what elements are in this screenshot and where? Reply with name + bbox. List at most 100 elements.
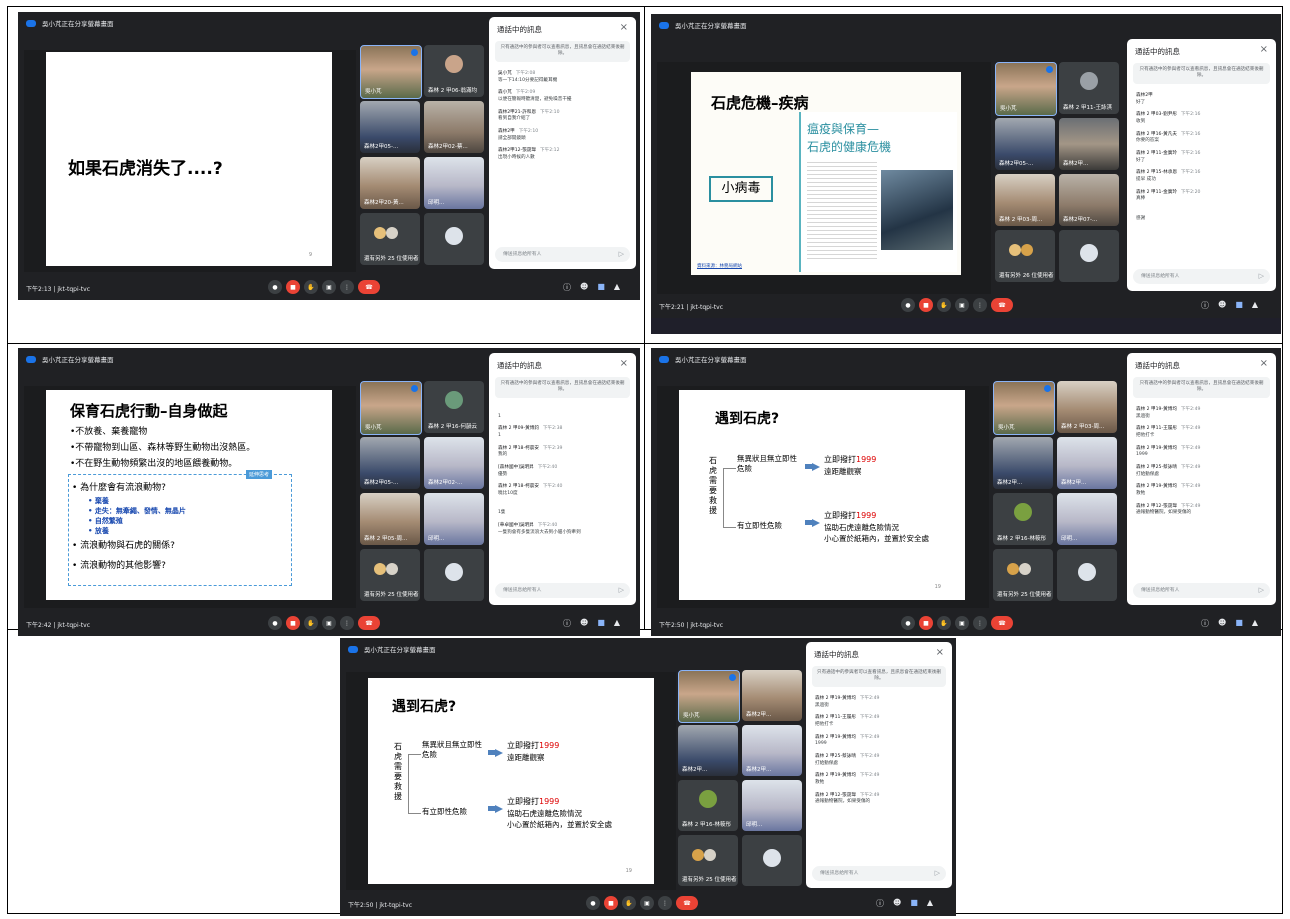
participant-tile[interactable]: 森林2甲...	[678, 725, 738, 776]
raise-hand-button[interactable]: ✋	[622, 896, 636, 910]
present-button[interactable]: ▣	[322, 616, 336, 630]
participant-tile[interactable]: 森林2甲...	[1057, 437, 1117, 489]
people-icon[interactable]: ☻	[580, 282, 588, 293]
send-icon[interactable]: ▷	[1259, 269, 1264, 284]
end-call-button[interactable]: ☎	[991, 616, 1013, 630]
mic-button[interactable]: ●	[901, 298, 915, 312]
close-icon[interactable]: ×	[936, 647, 944, 658]
more-participants-tile[interactable]: 還有另外 25 位使用者	[360, 549, 420, 601]
camera-button[interactable]: ■	[919, 298, 933, 312]
more-options-button[interactable]: ⋮	[340, 616, 354, 630]
participant-tile[interactable]: 森林2甲02-蔡...	[424, 101, 484, 153]
info-icon[interactable]: ⓘ	[563, 618, 571, 629]
participant-tile[interactable]: 森林2甲05-...	[360, 437, 420, 489]
participant-tile[interactable]: 森林 2 甲11-王詠淇	[1059, 62, 1119, 114]
participant-tile[interactable]: 森林2甲...	[1059, 118, 1119, 170]
more-options-button[interactable]: ⋮	[973, 298, 987, 312]
participant-tile[interactable]: 吳小芃	[360, 381, 422, 435]
camera-button[interactable]: ■	[286, 280, 300, 294]
chat-input[interactable]: 傳送訊息給所有人 ▷	[812, 866, 946, 881]
info-icon[interactable]: ⓘ	[1201, 300, 1209, 311]
participant-tile[interactable]: 森林 2 甲16-林筱彤	[993, 493, 1053, 545]
people-icon[interactable]: ☻	[893, 898, 901, 909]
end-call-button[interactable]: ☎	[358, 616, 380, 630]
more-participants-tile[interactable]: 還有另外 26 位使用者	[995, 230, 1055, 282]
present-button[interactable]: ▣	[640, 896, 654, 910]
participant-tile[interactable]: 森林 2 甲16-何韻云	[424, 381, 484, 433]
participant-tile[interactable]: 吳小芃	[678, 670, 740, 723]
people-icon[interactable]: ☻	[1218, 300, 1226, 311]
camera-button[interactable]: ■	[919, 616, 933, 630]
chat-input[interactable]: 傳送訊息給所有人 ▷	[495, 583, 630, 598]
people-icon[interactable]: ☻	[1218, 618, 1226, 629]
participant-tile[interactable]	[1057, 549, 1117, 601]
more-options-button[interactable]: ⋮	[973, 616, 987, 630]
chat-icon[interactable]: ■	[1235, 618, 1243, 629]
end-call-button[interactable]: ☎	[991, 298, 1013, 312]
participant-tile[interactable]: 邱明...	[1057, 493, 1117, 545]
camera-button[interactable]: ■	[604, 896, 618, 910]
participant-tile[interactable]: 森林 2 甲05-周...	[360, 493, 420, 545]
present-button[interactable]: ▣	[955, 298, 969, 312]
participant-tile[interactable]	[424, 549, 484, 601]
activities-icon[interactable]: ▲	[614, 282, 620, 293]
raise-hand-button[interactable]: ✋	[937, 616, 951, 630]
close-icon[interactable]: ×	[620, 358, 628, 369]
participant-tile[interactable]: 森林 2 甲03-周...	[1057, 381, 1117, 433]
end-call-button[interactable]: ☎	[358, 280, 380, 294]
participant-tile[interactable]: 森林 2 甲16-林筱彤	[678, 780, 738, 831]
more-options-button[interactable]: ⋮	[658, 896, 672, 910]
mic-button[interactable]: ●	[901, 616, 915, 630]
chat-input[interactable]: 傳送訊息給所有人 ▷	[1133, 269, 1270, 284]
send-icon[interactable]: ▷	[935, 866, 940, 881]
participant-tile[interactable]: 邱明...	[424, 493, 484, 545]
activities-icon[interactable]: ▲	[614, 618, 620, 629]
send-icon[interactable]: ▷	[619, 583, 624, 598]
chat-input[interactable]: 傳送訊息給所有人 ▷	[1133, 583, 1270, 598]
participant-tile[interactable]: 森林2甲20-黃...	[360, 157, 420, 209]
raise-hand-button[interactable]: ✋	[937, 298, 951, 312]
present-button[interactable]: ▣	[322, 280, 336, 294]
more-participants-tile[interactable]: 還有另外 25 位使用者	[678, 835, 738, 886]
participant-tile[interactable]	[1059, 230, 1119, 282]
participant-tile[interactable]: 吳小芃	[993, 381, 1055, 435]
participant-tile[interactable]: 森林2甲02-...	[424, 437, 484, 489]
info-icon[interactable]: ⓘ	[1201, 618, 1209, 629]
more-options-button[interactable]: ⋮	[340, 280, 354, 294]
info-icon[interactable]: ⓘ	[563, 282, 571, 293]
more-participants-tile[interactable]: 還有另外 25 位使用者	[360, 213, 420, 265]
participant-tile[interactable]: 森林2甲07-...	[1059, 174, 1119, 226]
participant-tile[interactable]: 森林 2 甲06-翁滿均	[424, 45, 484, 97]
chat-icon[interactable]: ■	[597, 282, 605, 293]
participant-tile[interactable]: 森林2甲05-...	[995, 118, 1055, 170]
close-icon[interactable]: ×	[1260, 358, 1268, 369]
camera-button[interactable]: ■	[286, 616, 300, 630]
participant-tile[interactable]: 森林2甲...	[742, 725, 802, 776]
send-icon[interactable]: ▷	[1259, 583, 1264, 598]
mic-button[interactable]: ●	[586, 896, 600, 910]
chat-icon[interactable]: ■	[597, 618, 605, 629]
participant-tile[interactable]: 邱明...	[424, 157, 484, 209]
close-icon[interactable]: ×	[1260, 44, 1268, 55]
present-button[interactable]: ▣	[955, 616, 969, 630]
participant-tile[interactable]: 森林2甲...	[742, 670, 802, 721]
activities-icon[interactable]: ▲	[1252, 300, 1258, 311]
participant-tile[interactable]: 吳小芃	[360, 45, 422, 99]
participant-tile[interactable]: 森林2甲...	[993, 437, 1053, 489]
people-icon[interactable]: ☻	[580, 618, 588, 629]
mic-button[interactable]: ●	[268, 280, 282, 294]
participant-tile[interactable]: 吳小芃	[995, 62, 1057, 116]
info-icon[interactable]: ⓘ	[876, 898, 884, 909]
chat-icon[interactable]: ■	[910, 898, 918, 909]
close-icon[interactable]: ×	[620, 22, 628, 33]
mic-button[interactable]: ●	[268, 616, 282, 630]
participant-tile[interactable]: 森林2甲05-...	[360, 101, 420, 153]
participant-tile[interactable]: 邱明...	[742, 780, 802, 831]
chat-icon[interactable]: ■	[1235, 300, 1243, 311]
activities-icon[interactable]: ▲	[1252, 618, 1258, 629]
send-icon[interactable]: ▷	[619, 247, 624, 262]
end-call-button[interactable]: ☎	[676, 896, 698, 910]
participant-tile[interactable]	[424, 213, 484, 265]
participant-tile[interactable]	[742, 835, 802, 886]
participant-tile[interactable]: 森林 2 甲03-周...	[995, 174, 1055, 226]
